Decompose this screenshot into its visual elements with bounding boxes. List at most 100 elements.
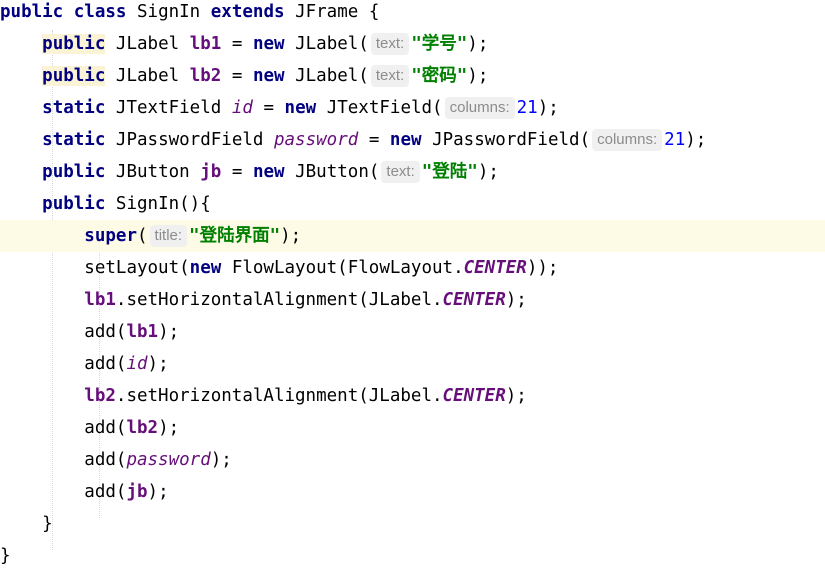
keyword: new: [252, 34, 285, 54]
modifier: public: [42, 34, 106, 54]
code-line-ctor-decl[interactable]: public SignIn(){: [0, 188, 825, 220]
code-line-add-lb2[interactable]: add(lb2);: [0, 412, 825, 444]
parameter-hint: text:: [370, 65, 410, 87]
string-literal: "学号": [411, 34, 468, 54]
method-call: add(: [84, 322, 127, 342]
constant: CENTER: [442, 290, 506, 310]
code-line-lb2-decl[interactable]: public JLabel lb2 = new JLabel(text: "密码"…: [0, 60, 825, 92]
method-call: setLayout(: [84, 258, 190, 278]
method-call: add(: [84, 482, 127, 502]
method-call: add(: [84, 450, 127, 470]
keyword: new: [252, 66, 285, 86]
code-editor[interactable]: public class SignIn extends JFrame { pub…: [0, 0, 825, 580]
method-call: .setHorizontalAlignment(JLabel.: [115, 290, 443, 310]
constant: CENTER: [463, 258, 527, 278]
modifier: public: [42, 162, 106, 182]
operator: =: [368, 130, 380, 150]
modifier: static: [42, 98, 106, 118]
method-call: .setHorizontalAlignment(JLabel.: [115, 386, 443, 406]
field-name: lb2: [84, 386, 116, 406]
punctuation: );: [537, 98, 559, 118]
field-name: lb1: [189, 34, 222, 54]
parameter-hint: columns:: [444, 97, 515, 119]
code-line-super-call[interactable]: super(title: "登陆界面");: [0, 220, 825, 252]
operator: =: [231, 34, 243, 54]
code-line-add-id[interactable]: add(id);: [0, 348, 825, 380]
punctuation: );: [147, 482, 169, 502]
type: JButton: [115, 162, 190, 182]
constant: CENTER: [442, 386, 506, 406]
code-line-lb1-align[interactable]: lb1.setHorizontalAlignment(JLabel.CENTER…: [0, 284, 825, 316]
code-line-lb1-decl[interactable]: public JLabel lb1 = new JLabel(text: "学号"…: [0, 28, 825, 60]
punctuation: );: [505, 290, 527, 310]
method-call: FlowLayout(FlowLayout.: [231, 258, 464, 278]
modifier: public: [42, 66, 106, 86]
method-call: add(: [84, 418, 127, 438]
number-literal: 21: [516, 98, 538, 118]
code-line-add-lb1[interactable]: add(lb1);: [0, 316, 825, 348]
parameter-hint: text:: [381, 161, 420, 183]
number-literal: 21: [664, 130, 686, 150]
code-line-ctor-close[interactable]: }: [0, 508, 825, 540]
field-name: password: [273, 130, 359, 150]
constructor: JPasswordField(: [432, 130, 591, 150]
punctuation: ));: [526, 258, 559, 278]
code-line-add-jb[interactable]: add(jb);: [0, 476, 825, 508]
field-name: id: [126, 354, 148, 374]
operator: =: [231, 162, 243, 182]
keyword: public: [0, 2, 64, 22]
field-name: jb: [126, 482, 148, 502]
type: JPasswordField: [115, 130, 264, 150]
string-literal: "密码": [411, 66, 468, 86]
code-line-class-close[interactable]: }: [0, 540, 825, 572]
punctuation: );: [467, 34, 489, 54]
type: JTextField: [115, 98, 222, 118]
keyword: new: [189, 258, 222, 278]
constructor: JLabel(: [295, 34, 369, 54]
type: JLabel: [115, 34, 180, 54]
modifier: static: [42, 130, 106, 150]
keyword: super: [84, 226, 137, 246]
parameter-hint: text:: [370, 33, 410, 55]
keyword: new: [389, 130, 422, 150]
parent-class: JFrame: [295, 2, 359, 22]
field-name: lb1: [126, 322, 159, 342]
field-name: lb1: [84, 290, 116, 310]
field-name: jb: [200, 162, 222, 182]
string-literal: "登陆": [421, 162, 478, 182]
field-name: id: [231, 98, 253, 118]
constructor: JLabel(: [295, 66, 369, 86]
type: JLabel: [115, 66, 180, 86]
field-name: lb2: [189, 66, 222, 86]
parameter-hint: title:: [149, 225, 188, 247]
field-name: password: [126, 450, 211, 470]
field-name: lb2: [126, 418, 159, 438]
punctuation: );: [467, 66, 489, 86]
code-line-set-layout[interactable]: setLayout(new FlowLayout(FlowLayout.CENT…: [0, 252, 825, 284]
punctuation: );: [158, 322, 180, 342]
code-line-class-decl[interactable]: public class SignIn extends JFrame {: [0, 0, 825, 28]
constructor: JButton(: [295, 162, 380, 182]
constructor-signature: SignIn(){: [115, 194, 211, 214]
keyword: new: [252, 162, 285, 182]
code-line-password-decl[interactable]: static JPasswordField password = new JPa…: [0, 124, 825, 156]
operator: =: [231, 66, 243, 86]
constructor: JTextField(: [326, 98, 443, 118]
brace: }: [42, 514, 53, 534]
operator: =: [263, 98, 274, 118]
punctuation: );: [477, 162, 499, 182]
punctuation: );: [505, 386, 527, 406]
code-line-id-decl[interactable]: static JTextField id = new JTextField(co…: [0, 92, 825, 124]
code-line-lb2-align[interactable]: lb2.setHorizontalAlignment(JLabel.CENTER…: [0, 380, 825, 412]
code-line-jb-decl[interactable]: public JButton jb = new JButton(text: "登陆…: [0, 156, 825, 188]
string-literal: "登陆界面": [189, 226, 281, 246]
punctuation: );: [147, 354, 169, 374]
code-line-add-password[interactable]: add(password);: [0, 444, 825, 476]
modifier: public: [42, 194, 106, 214]
brace: {: [368, 2, 380, 22]
keyword: new: [284, 98, 317, 118]
class-name: SignIn: [137, 2, 201, 22]
keyword: extends: [210, 2, 285, 22]
brace: }: [0, 546, 11, 566]
punctuation: );: [685, 130, 707, 150]
